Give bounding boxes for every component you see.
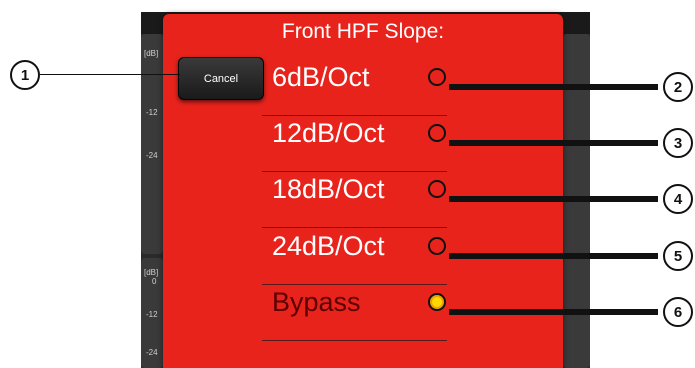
radio-button-icon[interactable] bbox=[428, 237, 446, 255]
tick-label-24-bottom: -24 bbox=[146, 348, 158, 357]
cancel-button[interactable]: Cancel bbox=[178, 57, 264, 100]
callout-4: 4 bbox=[663, 184, 693, 214]
db-label-bottom: [dB] bbox=[144, 268, 159, 277]
dialog-title: Front HPF Slope: bbox=[281, 20, 445, 43]
callout-5: 5 bbox=[663, 241, 693, 271]
callout-6: 6 bbox=[663, 297, 693, 327]
callout-leader-4 bbox=[449, 196, 658, 202]
option-bypass[interactable]: Bypass bbox=[262, 283, 462, 341]
option-label: 18dB/Oct bbox=[272, 174, 385, 204]
option-label: Bypass bbox=[272, 287, 361, 317]
radio-button-icon[interactable] bbox=[428, 180, 446, 198]
option-label: 12dB/Oct bbox=[272, 118, 385, 148]
radio-button-icon[interactable] bbox=[428, 68, 446, 86]
option-24db-oct[interactable]: 24dB/Oct bbox=[262, 227, 462, 285]
radio-button-icon[interactable] bbox=[428, 124, 446, 142]
background-graph-panel-top-left bbox=[141, 34, 163, 254]
option-label: 6dB/Oct bbox=[272, 62, 370, 92]
callout-leader-6 bbox=[449, 309, 658, 315]
callout-1: 1 bbox=[10, 60, 40, 90]
tick-label-12-bottom: -12 bbox=[146, 310, 158, 319]
callout-leader-2 bbox=[449, 84, 658, 90]
callout-leader-1 bbox=[40, 74, 180, 75]
tick-label-24-top: -24 bbox=[146, 151, 158, 160]
option-label: 24dB/Oct bbox=[272, 231, 385, 261]
option-6db-oct[interactable]: 6dB/Oct bbox=[262, 58, 462, 116]
option-18db-oct[interactable]: 18dB/Oct bbox=[262, 170, 462, 228]
tick-label-12-top: -12 bbox=[146, 108, 158, 117]
radio-button-selected-icon[interactable] bbox=[428, 293, 446, 311]
callout-leader-5 bbox=[449, 253, 658, 259]
db-label-top: [dB] bbox=[144, 49, 159, 58]
divider bbox=[262, 340, 447, 341]
callout-2: 2 bbox=[663, 72, 693, 102]
callout-3: 3 bbox=[663, 128, 693, 158]
option-12db-oct[interactable]: 12dB/Oct bbox=[262, 114, 462, 172]
tick-label-0-bottom: 0 bbox=[152, 277, 157, 286]
callout-leader-3 bbox=[449, 140, 658, 146]
